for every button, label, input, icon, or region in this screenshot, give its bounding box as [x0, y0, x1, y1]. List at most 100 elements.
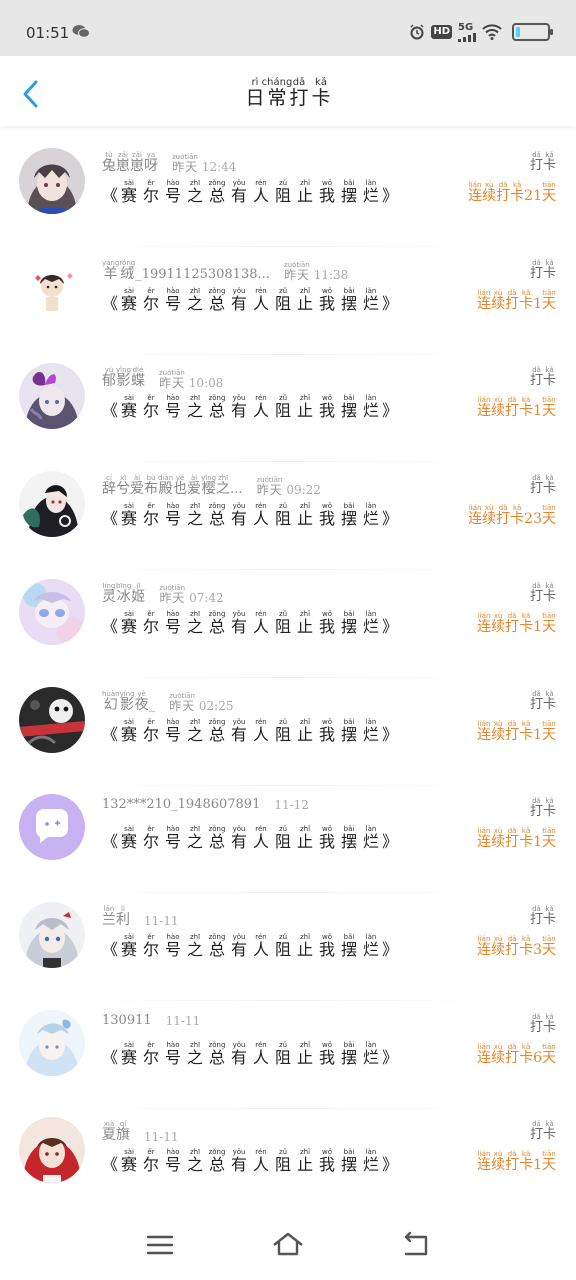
streak-days: 1: [533, 1157, 542, 1174]
streak-days: 21: [524, 188, 542, 204]
user-meta: 132***210_1948607891 11-12: [102, 798, 309, 812]
time-value: 11:38: [313, 268, 349, 283]
hanzi: 止: [297, 939, 314, 959]
message-char: zǔ 阻: [272, 1041, 294, 1067]
list-item[interactable]: xià 夏 qí 旗 11-11 《 sài 赛 ěr 尔 hào 号 zhī 之 zǒng 总 yǒu 有 rén…: [0, 1109, 576, 1217]
hanzi: 烂: [363, 616, 380, 636]
user-meta: cí 辞 xī 兮 ài 爱 bù 布 diàn 殿 yě 也 ài 爱 yīng 樱 zhī 之... zuó 昨 t…: [102, 475, 321, 497]
message-char: rén 人: [250, 933, 272, 959]
list-item[interactable]: 132***210_1948607891 11-12 《 sài 赛 ěr 尔 hào 号 zhī…: [0, 786, 576, 894]
hanzi: 有: [231, 832, 248, 852]
message-char: bǎi 摆: [338, 1041, 360, 1067]
time-char: tiān 天: [184, 154, 197, 174]
message-char: sài 赛: [118, 503, 140, 528]
streak-char: tiān 天: [542, 505, 556, 527]
streak-days: 1: [533, 726, 542, 743]
message-char: yǒu 有: [228, 395, 250, 420]
avatar[interactable]: [19, 1117, 85, 1184]
user-meta: líng 灵 bīng 冰 jī 姬 zuó 昨 tiān 天 07:42: [102, 582, 224, 605]
avatar[interactable]: [19, 686, 85, 753]
name-char: qí 旗: [116, 1121, 130, 1143]
hanzi: 人: [253, 1047, 270, 1067]
avatar[interactable]: [19, 363, 85, 430]
hanzi: 蝶: [130, 373, 145, 390]
menu-icon[interactable]: [140, 1228, 180, 1262]
home-icon[interactable]: [268, 1228, 308, 1262]
avatar[interactable]: [19, 255, 85, 322]
label-char: dǎ 打: [530, 475, 543, 496]
hanzi: 连: [477, 403, 492, 420]
hanzi: 总: [209, 939, 226, 959]
user-meta: lán 兰 lì 利 11-11: [102, 905, 179, 928]
message-char: yǒu 有: [228, 826, 250, 851]
hanzi: 打: [529, 696, 543, 712]
hanzi: 人: [253, 186, 270, 205]
avatar[interactable]: [19, 901, 85, 968]
message-char: zhǐ 止: [294, 395, 316, 420]
list-item[interactable]: tù 兔 zǎi 崽 zǎi 崽 ya 呀 zuó 昨 tiān 天 12:44 《 sài 赛 ěr 尔 hào 号…: [0, 140, 576, 247]
hanzi: 人: [253, 293, 270, 313]
message-text: sài 赛 ěr 尔 hào 号 zhī 之 zǒng 总 yǒu 有 rén 人 zǔ 阻 zhǐ 止 wǒ 我 bǎ…: [118, 1041, 382, 1067]
message-char: bǎi 摆: [338, 503, 360, 528]
hanzi: 摆: [341, 293, 358, 313]
hanzi: 阻: [275, 509, 292, 529]
name-char: jī 姬: [131, 582, 145, 605]
list-item[interactable]: líng 灵 bīng 冰 jī 姬 zuó 昨 tiān 天 07:42 《 sài 赛 ěr 尔 hào 号 z…: [0, 571, 576, 678]
checkin-label: dǎ 打 kǎ 卡: [530, 1013, 556, 1035]
list-item[interactable]: huàn 幻 yǐng 影 yè 夜 _ zuó 昨 tiān 天 02:25 《 sài 赛 ěr 尔 hào 号…: [0, 679, 576, 786]
open-bracket: 《: [102, 724, 119, 744]
post-time: zuó 昨 tiān 天 12:44: [172, 154, 236, 174]
message-char: hào 号: [162, 395, 184, 420]
message-char: wǒ 我: [316, 503, 338, 528]
hanzi: 人: [253, 616, 270, 636]
avatar[interactable]: [19, 794, 85, 861]
hanzi: 尔: [143, 186, 160, 205]
checkin-label: dǎ 打 kǎ 卡: [530, 475, 556, 496]
streak-char: tiān 天: [542, 1043, 556, 1066]
message-char: zhī 之: [184, 933, 206, 959]
message-char: hào 号: [162, 826, 184, 851]
message-char: zǔ 阻: [272, 1149, 294, 1174]
time-char: zuó 昨: [159, 585, 171, 605]
hanzi: 总: [209, 616, 226, 636]
list-item[interactable]: yáng 羊 róng 绒 _19911125308138... zuó 昨 tiān 天 11:…: [0, 248, 576, 355]
hanzi: 天: [542, 1049, 556, 1066]
message-char: làn 烂: [360, 933, 382, 959]
hanzi: 卡: [510, 511, 525, 528]
checkin-label: dǎ 打 kǎ 卡: [530, 582, 556, 604]
list-item[interactable]: lán 兰 lì 利 11-11 《 sài 赛 ěr 尔 hào 号 zhī 之 zǒng 总 yǒu 有 rén…: [0, 894, 576, 1001]
hanzi: 阻: [275, 939, 292, 959]
hanzi: 打: [505, 726, 520, 743]
back-nav-icon[interactable]: [396, 1228, 436, 1262]
post-time: zuó 昨 tiān 天 10:08: [159, 369, 223, 390]
list-item[interactable]: cí 辞 xī 兮 ài 爱 bù 布 diàn 殿 yě 也 ài 爱 yīng 樱 zhī 之... zuó 昨 t…: [0, 463, 576, 571]
list-item[interactable]: 130911 11-11 《 sài 赛 ěr 尔 hào 号 zhī 之 zǒng 总 yǒu 有 rén 人…: [0, 1002, 576, 1109]
hanzi: 赛: [121, 1155, 138, 1175]
avatar[interactable]: [19, 578, 85, 645]
hanzi: 续: [491, 618, 506, 635]
hanzi: 阻: [275, 724, 292, 744]
hanzi: 尔: [143, 401, 160, 421]
streak-badge: lián 连 xù 续 dǎ 打 kǎ 卡 1 tiān 天: [477, 828, 556, 850]
hanzi: 天: [542, 511, 556, 528]
hanzi: 有: [231, 724, 248, 744]
hanzi: 我: [319, 616, 336, 636]
hanzi: 总: [209, 186, 226, 205]
message-char: zǔ 阻: [272, 395, 294, 420]
label-char: kǎ 卡: [543, 259, 556, 281]
avatar[interactable]: [19, 148, 85, 214]
avatar[interactable]: [19, 1009, 85, 1076]
streak-char: xù 续: [491, 720, 505, 743]
streak-char: tiān 天: [542, 1151, 556, 1173]
message-char: zhǐ 止: [294, 287, 316, 313]
time-char: zuó 昨: [257, 477, 269, 497]
close-bracket: 》: [382, 1047, 399, 1067]
avatar[interactable]: [19, 471, 85, 538]
list-item[interactable]: yù 郁 yǐng 影 dié 蝶 zuó 昨 tiān 天 10:08 《 sài 赛 ěr 尔 hào 号 zh…: [0, 355, 576, 463]
hanzi: 我: [319, 186, 336, 205]
hanzi: 有: [231, 186, 248, 205]
message-char: rén 人: [250, 180, 272, 205]
hanzi: 续: [482, 511, 497, 528]
streak-char: lián 连: [477, 612, 491, 635]
streak-days: 3: [533, 941, 542, 958]
